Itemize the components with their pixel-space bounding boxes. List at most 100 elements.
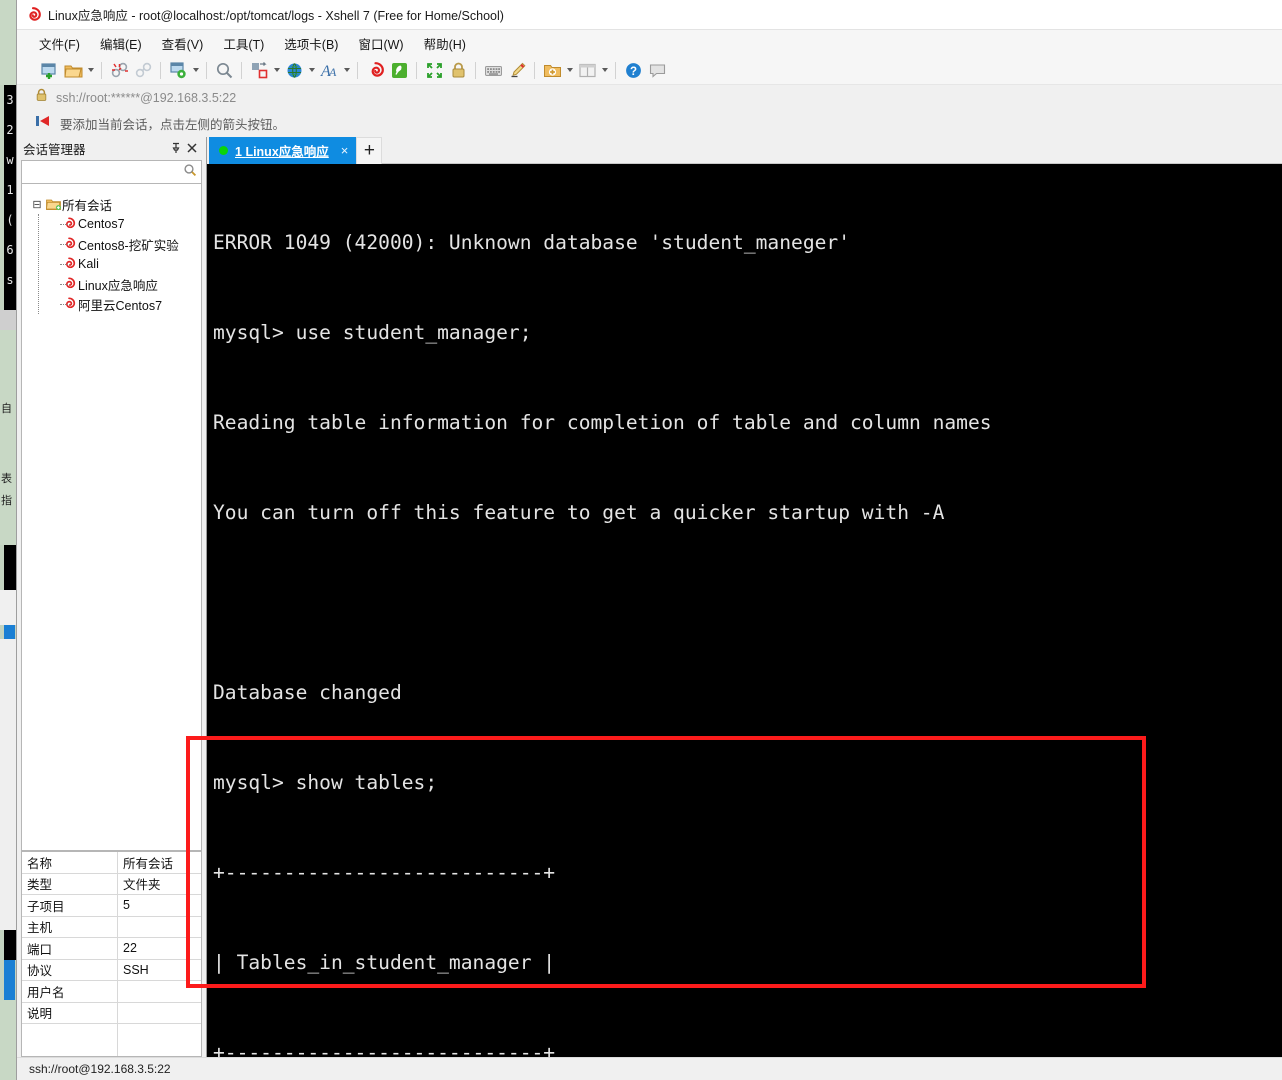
background-terminal-fragment: 3 2 w 1(6 s <box>4 85 16 310</box>
property-key-empty <box>22 1024 118 1056</box>
search-input[interactable] <box>22 162 183 182</box>
terminal-line: +---------------------------+ <box>213 861 556 884</box>
search-icon[interactable] <box>183 163 197 182</box>
session-manager-panel: 会话管理器 ⊟ 所有会话 Centos7 Centos8-挖矿实验 Kali L… <box>17 137 207 1057</box>
terminal-line: mysql> use student_manager; <box>213 321 532 344</box>
chevron-down-icon[interactable] <box>271 58 282 82</box>
chevron-down-icon[interactable] <box>599 58 610 82</box>
disconnect-icon[interactable] <box>107 58 131 82</box>
xftp-icon[interactable] <box>387 58 411 82</box>
property-row: 说明 <box>22 1002 201 1024</box>
session-search-box[interactable] <box>21 160 202 184</box>
session-label: Linux应急响应 <box>78 278 158 293</box>
property-row: 用户名 <box>22 981 201 1003</box>
session-label: 阿里云Centos7 <box>78 298 163 313</box>
session-properties-icon[interactable] <box>166 58 190 82</box>
tab-bar-empty <box>382 137 1282 164</box>
background-cjk-fragment: 自 <box>1 402 12 415</box>
toolbar-separator <box>160 61 161 79</box>
tree-root-label: 所有会话 <box>62 198 113 213</box>
session-manager-title: 会话管理器 <box>23 142 86 157</box>
fullscreen-icon[interactable] <box>422 58 446 82</box>
svg-text:?: ? <box>629 66 636 78</box>
terminal-area: 1 Linux应急响应 × + ERROR 1049 (42000): Unkn… <box>207 137 1282 1057</box>
toolbar-separator <box>101 61 102 79</box>
highlight-pen-icon[interactable] <box>505 58 529 82</box>
search-icon[interactable] <box>212 58 236 82</box>
property-value: SSH <box>123 962 149 977</box>
layout-split-icon[interactable] <box>575 58 599 82</box>
new-session-icon[interactable] <box>37 58 61 82</box>
terminal-line: +---------------------------+ <box>213 1041 556 1057</box>
new-tab-button[interactable]: + <box>356 137 383 164</box>
menu-file[interactable]: 文件(F) <box>39 34 80 53</box>
screen: 3 2 w 1(6 s 自 表 指 Linux应急响应 - root@localhost… <box>0 0 1282 1080</box>
open-folder-icon[interactable] <box>61 58 85 82</box>
xshell-icon[interactable] <box>363 58 387 82</box>
background-cjk-fragment-2: 表 <box>1 472 12 485</box>
xshell-window: Linux应急响应 - root@localhost:/opt/tomcat/l… <box>16 0 1282 1080</box>
font-icon[interactable]: AA <box>317 58 341 82</box>
property-row: 主机 <box>22 916 201 938</box>
menu-window[interactable]: 窗口(W) <box>358 34 403 53</box>
session-icon <box>60 217 78 231</box>
property-row: 协议 SSH <box>22 959 201 981</box>
expander-minus-icon[interactable]: ⊟ <box>30 198 44 211</box>
menu-view[interactable]: 查看(V) <box>162 34 204 53</box>
chevron-down-icon[interactable] <box>341 58 352 82</box>
session-item-aliyun-centos7[interactable]: 阿里云Centos7 <box>52 294 201 314</box>
property-key: 用户名 <box>22 981 118 1002</box>
pin-icon[interactable] <box>168 140 184 156</box>
tab-linux-emergency[interactable]: 1 Linux应急响应 × <box>209 137 357 164</box>
transfer-file-icon[interactable] <box>247 58 271 82</box>
session-icon <box>60 277 78 291</box>
close-icon[interactable] <box>184 140 200 156</box>
property-row-empty <box>22 1024 201 1056</box>
chevron-down-icon[interactable] <box>85 58 96 82</box>
session-item-kali[interactable]: Kali <box>52 254 201 274</box>
terminal-line: | Tables_in_student_manager | <box>213 951 556 974</box>
menu-tools[interactable]: 工具(T) <box>223 34 264 53</box>
xshell-spiral-icon <box>25 6 41 23</box>
session-item-centos7[interactable]: Centos7 <box>52 214 201 234</box>
chevron-down-icon[interactable] <box>564 58 575 82</box>
add-folder-icon[interactable] <box>540 58 564 82</box>
tree-children: Centos7 Centos8-挖矿实验 Kali Linux应急响应 阿里云C… <box>30 214 201 314</box>
toolbar-separator <box>416 61 417 79</box>
menu-tabs[interactable]: 选项卡(B) <box>284 34 338 53</box>
terminal-output[interactable]: ERROR 1049 (42000): Unknown database 'st… <box>207 164 1282 1057</box>
status-text: ssh://root@192.168.3.5:22 <box>29 1062 171 1076</box>
property-key: 协议 <box>22 959 118 980</box>
session-manager-header: 会话管理器 <box>17 137 206 159</box>
property-value: 5 <box>123 898 130 913</box>
lock-icon[interactable] <box>446 58 470 82</box>
property-key: 名称 <box>22 852 118 873</box>
terminal-line: Reading table information for completion… <box>213 411 992 434</box>
chevron-down-icon[interactable] <box>190 58 201 82</box>
terminal-line: Database changed <box>213 681 402 704</box>
main-body: 会话管理器 ⊟ 所有会话 Centos7 Centos8-挖矿实验 Kali L… <box>17 137 1282 1057</box>
session-item-centos8[interactable]: Centos8-挖矿实验 <box>52 234 201 254</box>
tree-root-all-sessions[interactable]: ⊟ 所有会话 <box>30 194 201 214</box>
keyboard-icon[interactable] <box>481 58 505 82</box>
background-cjk-fragment-3: 指 <box>1 494 12 507</box>
chevron-down-icon[interactable] <box>306 58 317 82</box>
tab-close-icon[interactable]: × <box>341 143 349 158</box>
terminal-line: ERROR 1049 (42000): Unknown database 'st… <box>213 231 851 254</box>
property-value: 所有会话 <box>123 856 174 871</box>
session-icon <box>60 237 78 251</box>
property-value <box>118 917 201 938</box>
toolbar-separator <box>357 61 358 79</box>
menu-help[interactable]: 帮助(H) <box>424 34 466 53</box>
session-tree[interactable]: ⊟ 所有会话 Centos7 Centos8-挖矿实验 Kali Linux应急… <box>21 184 202 851</box>
browser-icon[interactable] <box>282 58 306 82</box>
help-icon[interactable]: ? <box>621 58 645 82</box>
reconnect-icon[interactable] <box>131 58 155 82</box>
title-bar: Linux应急响应 - root@localhost:/opt/tomcat/l… <box>17 0 1282 30</box>
session-item-linux-emergency[interactable]: Linux应急响应 <box>52 274 201 294</box>
address-bar[interactable]: ssh://root:******@192.168.3.5:22 <box>17 84 1282 110</box>
menu-edit[interactable]: 编辑(E) <box>100 34 142 53</box>
red-arrow-icon[interactable] <box>35 114 51 133</box>
property-value: 文件夹 <box>123 878 161 893</box>
comment-icon[interactable] <box>645 58 669 82</box>
